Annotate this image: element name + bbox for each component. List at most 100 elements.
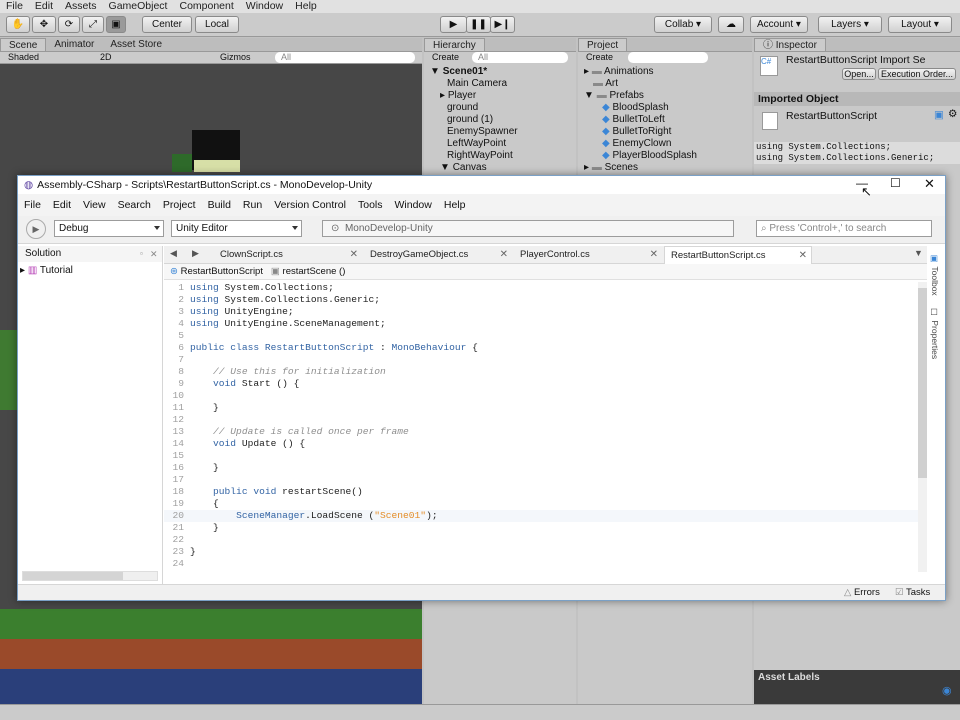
rotate-tool-icon[interactable]: ⟳ [58,16,80,33]
tab-close-icon[interactable]: ✕ [799,247,807,265]
solution-item[interactable]: Tutorial [40,265,73,276]
code-line[interactable]: 7 [164,354,927,366]
menu-help[interactable]: Help [289,0,323,13]
code-line[interactable]: 21 } [164,522,927,534]
asset-label-tag-icon[interactable]: ◉ [942,684,952,697]
hierarchy-search-input[interactable]: All [472,52,568,63]
execution-order-button[interactable]: Execution Order... [878,68,956,80]
code-line[interactable]: 8 // Use this for initialization [164,366,927,378]
menu-component[interactable]: Component [173,0,239,13]
code-line[interactable]: 10 [164,390,927,402]
folder-item[interactable]: ▸ ▬ Animations [584,66,752,78]
layers-dropdown[interactable]: Layers ▾ [818,16,882,33]
configuration-combo[interactable]: Debug [54,220,164,237]
errors-pad-button[interactable]: △ Errors [844,587,880,598]
step-button[interactable]: ▶❙ [490,16,515,33]
folder-item[interactable]: ▸ ▬ Scenes [584,162,752,174]
tab-project[interactable]: Project [578,38,628,51]
gizmos-dropdown[interactable]: Gizmos [220,52,251,62]
code-line[interactable]: 9 void Start () { [164,378,927,390]
scrollbar-thumb[interactable] [23,572,123,580]
md-menu-search[interactable]: Search [112,199,157,211]
code-line[interactable]: 6 public class RestartButtonScript : Mono… [164,342,927,354]
code-line[interactable]: 22 [164,534,927,546]
md-menu-help[interactable]: Help [438,199,472,211]
tab-close-icon[interactable]: ✕ [650,246,658,264]
code-line[interactable]: 24 [164,558,927,570]
code-line[interactable]: 17 [164,474,927,486]
breadcrumb-method[interactable]: restartScene () [283,266,346,277]
folder-item[interactable]: ▬ Art [584,78,752,90]
pivot-local-button[interactable]: Local [195,16,239,33]
hierarchy-item[interactable]: ground [430,102,576,114]
hierarchy-item[interactable]: ▸ Player [430,90,576,102]
code-line[interactable]: 19 { [164,498,927,510]
project-search-input[interactable] [628,52,708,63]
pivot-center-button[interactable]: Center [142,16,192,33]
md-menu-tools[interactable]: Tools [352,199,389,211]
help-book-icon[interactable]: ▣ [934,109,944,121]
layout-dropdown[interactable]: Layout ▾ [888,16,952,33]
hierarchy-item[interactable]: RightWayPoint [430,150,576,162]
prefab-item[interactable]: ◆ PlayerBloodSplash [584,150,752,162]
scrollbar-thumb[interactable] [918,288,927,478]
doc-tab-playercontrol[interactable]: PlayerControl.cs ✕ [514,246,662,264]
md-menu-run[interactable]: Run [237,199,268,211]
menu-window[interactable]: Window [240,0,289,13]
editor-vscrollbar[interactable] [918,282,927,572]
scene-search-input[interactable]: All [275,52,415,63]
code-line[interactable]: 23} [164,546,927,558]
scene-root[interactable]: ▼ Scene01* [430,66,576,78]
md-menu-edit[interactable]: Edit [47,199,77,211]
hand-tool-icon[interactable]: ✋ [6,16,30,33]
hierarchy-item[interactable]: EnemySpawner [430,126,576,138]
prefab-item[interactable]: ◆ BulletToLeft [584,114,752,126]
breadcrumb-class[interactable]: RestartButtonScript [181,266,263,277]
md-menu-view[interactable]: View [77,199,112,211]
account-dropdown[interactable]: Account ▾ [750,16,808,33]
tasks-pad-button[interactable]: ☑ Tasks [895,587,930,598]
doc-tab-restartbuttonscript[interactable]: RestartButtonScript.cs ✕ [664,246,812,264]
maximize-icon[interactable]: ☐ [890,176,901,190]
solution-hscrollbar[interactable] [22,571,158,581]
prefab-item[interactable]: ◆ BulletToRight [584,126,752,138]
settings-gear-icon[interactable]: ⚙ [948,108,957,120]
code-editor[interactable]: 1 using System.Collections; 2 using System.… [164,280,927,570]
scale-tool-icon[interactable]: ⤢ [82,16,104,33]
tab-close-icon[interactable]: ✕ [350,246,358,264]
menu-gameobject[interactable]: GameObject [103,0,174,13]
run-button[interactable]: ▶ [26,219,46,239]
search-box[interactable]: ⌕ Press 'Control+,' to search [756,220,932,237]
code-line[interactable]: 18 public void restartScene() [164,486,927,498]
play-button[interactable]: ▶ [440,16,467,33]
code-line[interactable]: 20 SceneManager.LoadScene ("Scene01"); [164,510,927,522]
menu-assets[interactable]: Assets [59,0,103,13]
expand-arrow-icon[interactable]: ▸ [20,265,25,276]
code-line[interactable]: 11 } [164,402,927,414]
md-menu-project[interactable]: Project [157,199,202,211]
doc-tab-destroygameobject[interactable]: DestroyGameObject.cs ✕ [364,246,512,264]
md-menu-file[interactable]: File [18,199,47,211]
toolbox-pad[interactable]: ▣ Toolbox [930,254,940,296]
pad-options-icon[interactable]: ▫ [140,246,143,262]
code-line[interactable]: 4 using UnityEngine.SceneManagement; [164,318,927,330]
tab-list-icon[interactable]: ▼ [914,248,923,258]
prefab-item[interactable]: ◆ EnemyClown [584,138,752,150]
hierarchy-item[interactable]: Main Camera [430,78,576,90]
tab-animator[interactable]: Animator [46,38,102,51]
mode-2d-toggle[interactable]: 2D [100,52,112,62]
hierarchy-item[interactable]: LeftWayPoint [430,138,576,150]
collab-button[interactable]: Collab ▾ [654,16,712,33]
hierarchy-item[interactable]: ground (1) [430,114,576,126]
menu-edit[interactable]: Edit [29,0,59,13]
md-menu-build[interactable]: Build [202,199,237,211]
open-button[interactable]: Open... [842,68,876,80]
code-line[interactable]: 13 // Update is called once per frame [164,426,927,438]
close-icon[interactable]: ✕ [924,176,935,192]
target-combo[interactable]: Unity Editor [171,220,302,237]
folder-item[interactable]: ▼ ▬ Prefabs [584,90,752,102]
tab-close-icon[interactable]: ✕ [500,246,508,264]
md-menu-version-control[interactable]: Version Control [268,199,352,211]
tab-scroll-right-icon[interactable]: ▶ [192,248,199,259]
code-line[interactable]: 12 [164,414,927,426]
